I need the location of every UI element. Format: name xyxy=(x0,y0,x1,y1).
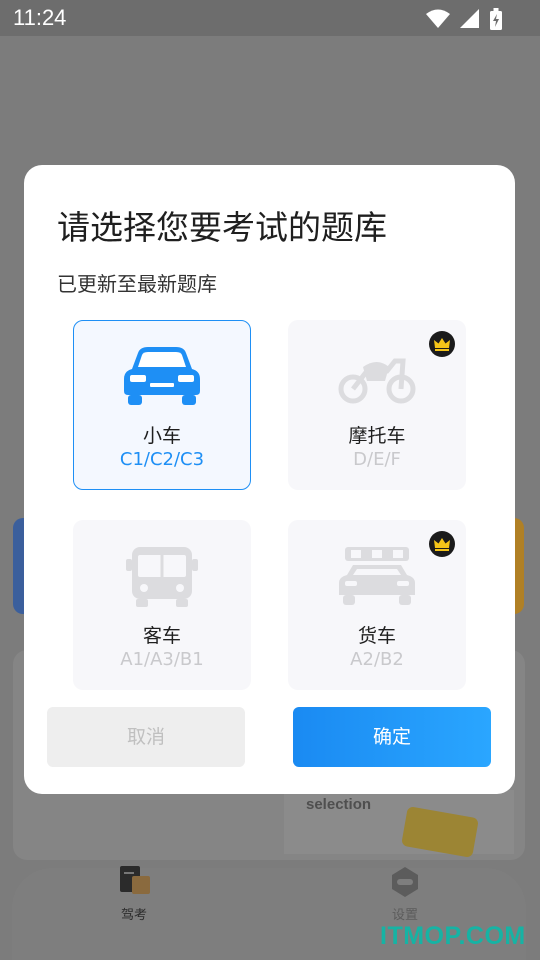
dialog-subtitle: 已更新至最新题库 xyxy=(57,272,217,296)
option-name: 小车 xyxy=(142,425,181,447)
status-icons xyxy=(426,8,502,30)
background-selection-label: selection xyxy=(306,796,372,813)
option-license-codes: C1/C2/C3 xyxy=(119,449,205,470)
cancel-button[interactable]: 取消 xyxy=(47,707,245,767)
settings-icon xyxy=(392,867,418,897)
battery-charging-icon xyxy=(490,8,502,30)
option-name: 客车 xyxy=(142,625,181,647)
wifi-icon xyxy=(426,9,450,28)
option-bus[interactable]: 客车 A1/A3/B1 xyxy=(73,520,251,690)
cellular-signal-icon xyxy=(460,9,479,28)
crown-icon xyxy=(434,338,450,351)
nav-item-label: 设置 xyxy=(391,908,418,923)
nav-item-exam[interactable]: 驾考 xyxy=(94,866,174,928)
option-truck[interactable]: 货车 A2/B2 xyxy=(288,520,466,690)
option-license-codes: A2/B2 xyxy=(350,649,404,670)
truck-icon xyxy=(339,547,415,605)
dialog-title: 请选择您要考试的题库 xyxy=(57,208,387,247)
option-name: 货车 xyxy=(357,625,396,647)
confirm-button[interactable]: 确定 xyxy=(293,707,491,767)
site-watermark: ITMOP.COM xyxy=(380,922,526,950)
nav-item-label: 驾考 xyxy=(120,908,147,923)
option-license-codes: D/E/F xyxy=(353,449,401,470)
book-icon xyxy=(120,866,150,894)
motorcycle-icon xyxy=(338,358,416,404)
status-bar: 11:24 xyxy=(0,0,540,36)
option-car[interactable]: 小车 C1/C2/C3 xyxy=(73,320,251,490)
vip-crown-badge xyxy=(429,331,455,357)
question-bank-dialog: 请选择您要考试的题库 已更新至最新题库 小车 C1/C2/C3 摩托车 D/E/… xyxy=(24,165,515,794)
option-motorcycle[interactable]: 摩托车 D/E/F xyxy=(288,320,466,490)
vip-crown-badge xyxy=(429,531,455,557)
option-name: 摩托车 xyxy=(348,425,406,447)
car-icon xyxy=(124,347,200,405)
bus-icon xyxy=(126,547,198,607)
crown-icon xyxy=(434,538,450,551)
background-selection-card: selection xyxy=(284,790,514,854)
nav-item-settings[interactable]: 设置 xyxy=(365,867,445,928)
status-time: 11:24 xyxy=(13,5,67,30)
option-license-codes: A1/A3/B1 xyxy=(120,649,204,670)
